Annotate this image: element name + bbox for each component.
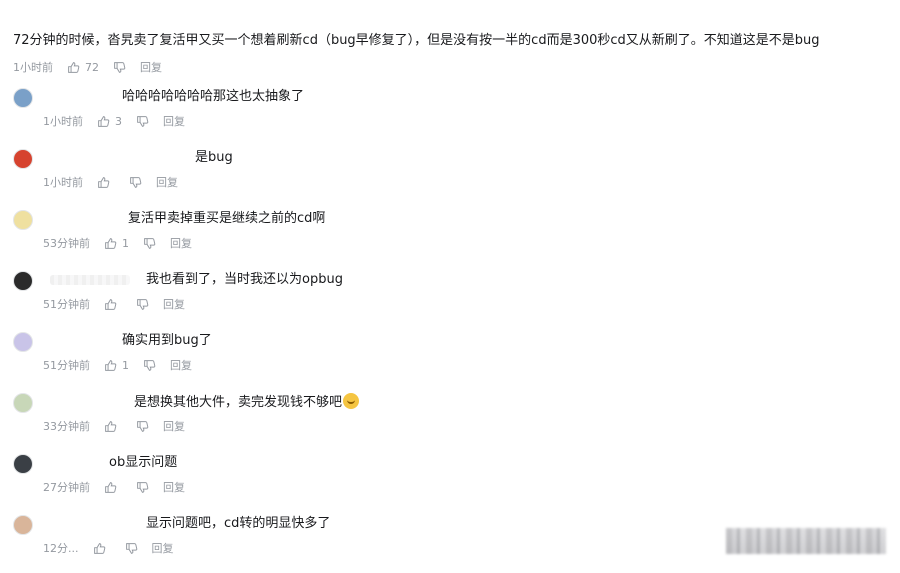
reply-meta: 51分钟前 1 回复 (43, 357, 192, 373)
reply-time: 33分钟前 (43, 420, 90, 433)
like-button[interactable] (97, 176, 115, 189)
reply-text: ob显示问题 (109, 455, 178, 470)
reply-meta: 27分钟前 回复 (43, 479, 185, 495)
reply-button[interactable]: 回复 (163, 418, 185, 434)
reply-meta: 53分钟前 1 回复 (43, 235, 192, 251)
like-button[interactable] (104, 420, 122, 433)
reply-meta: 1小时前 3 回复 (43, 113, 185, 129)
reply-button[interactable]: 回复 (140, 59, 162, 75)
reply-item: 复活甲卖掉重买是继续之前的cd啊 53分钟前 1 回复 (0, 208, 900, 268)
thumbs-down-icon (137, 420, 149, 432)
reply-item: 哈哈哈哈哈哈哈那这也太抽象了 1小时前 3 回复 (0, 86, 900, 146)
thumbs-down-icon (130, 176, 142, 188)
like-count: 72 (85, 60, 99, 74)
thumbs-up-icon (98, 176, 110, 188)
main-comment: 72分钟的时候，沓旯卖了复活甲又买一个想着刷新cd（bug早修复了），但是没有按… (13, 32, 893, 75)
reply-text: 复活甲卖掉重买是继续之前的cd啊 (128, 211, 326, 226)
reply-text: 是bug (195, 150, 233, 165)
thumbs-down-icon (137, 481, 149, 493)
reply-text: 确实用到bug了 (122, 333, 212, 348)
reply-text: 哈哈哈哈哈哈哈那这也太抽象了 (122, 89, 305, 104)
reply-button[interactable]: 回复 (163, 113, 185, 129)
avatar[interactable] (13, 149, 33, 169)
sweat-smile-emoji-icon (343, 393, 360, 409)
reply-text: 显示问题吧，cd转的明显快多了 (146, 516, 331, 531)
thumbs-up-icon (105, 237, 117, 249)
thumbs-down-icon (144, 359, 156, 371)
comment-time: 1小时前 (13, 61, 53, 74)
main-comment-text: 72分钟的时候，沓旯卖了复活甲又买一个想着刷新cd（bug早修复了），但是没有按… (13, 33, 820, 48)
avatar[interactable] (13, 515, 33, 535)
reply-meta: 1小时前 回复 (43, 174, 178, 190)
reply-text: 是想换其他大件，卖完发现钱不够吧 (134, 393, 360, 412)
thumbs-up-icon (93, 542, 105, 554)
reply-item: 我也看到了，当时我还以为opbug 51分钟前 回复 (0, 269, 900, 329)
reply-meta: 33分钟前 回复 (43, 418, 185, 434)
reply-text: 我也看到了，当时我还以为opbug (146, 272, 343, 287)
thumbs-up-icon (68, 61, 80, 73)
like-button[interactable]: 72 (67, 61, 99, 74)
thumbs-up-icon (105, 481, 117, 493)
dislike-button[interactable] (143, 237, 156, 250)
like-button[interactable]: 3 (97, 115, 122, 128)
dislike-button[interactable] (125, 542, 138, 555)
like-count: 3 (115, 114, 122, 128)
reply-button[interactable]: 回复 (163, 479, 185, 495)
reply-item: 确实用到bug了 51分钟前 1 回复 (0, 330, 900, 390)
thumbs-down-icon (144, 237, 156, 249)
like-button[interactable] (104, 298, 122, 311)
thumbs-up-icon (105, 359, 117, 371)
thumbs-down-icon (137, 298, 149, 310)
dislike-button[interactable] (136, 115, 149, 128)
reply-item: 是bug 1小时前 回复 (0, 147, 900, 207)
thumbs-down-icon (137, 115, 149, 127)
reply-meta: 51分钟前 回复 (43, 296, 185, 312)
reply-item: 是想换其他大件，卖完发现钱不够吧 33分钟前 回复 (0, 391, 900, 451)
dislike-button[interactable] (113, 61, 126, 74)
like-button[interactable]: 1 (104, 359, 129, 372)
dislike-button[interactable] (136, 420, 149, 433)
reply-button[interactable]: 回复 (170, 357, 192, 373)
avatar[interactable] (13, 88, 33, 108)
thumbs-up-icon (105, 298, 117, 310)
thumbs-up-icon (98, 115, 110, 127)
main-comment-meta: 1小时前 72 回复 (13, 59, 893, 75)
reply-button[interactable]: 回复 (170, 235, 192, 251)
reply-button[interactable]: 回复 (163, 296, 185, 312)
avatar[interactable] (13, 210, 33, 230)
reply-item: ob显示问题 27分钟前 回复 (0, 452, 900, 512)
like-button[interactable] (93, 542, 111, 555)
reply-time: 27分钟前 (43, 481, 90, 494)
reply-time: 1小时前 (43, 176, 83, 189)
blurred-username (50, 275, 130, 285)
dislike-button[interactable] (136, 298, 149, 311)
avatar[interactable] (13, 393, 33, 413)
reply-time: 12分... (43, 542, 79, 555)
thumbs-up-icon (105, 420, 117, 432)
blurred-watermark (726, 528, 886, 554)
dislike-button[interactable] (129, 176, 142, 189)
avatar[interactable] (13, 454, 33, 474)
like-count: 1 (122, 358, 129, 372)
reply-time: 53分钟前 (43, 237, 90, 250)
reply-time: 51分钟前 (43, 298, 90, 311)
reply-button[interactable]: 回复 (156, 174, 178, 190)
thumbs-down-icon (125, 542, 137, 554)
dislike-button[interactable] (136, 481, 149, 494)
like-count: 1 (122, 236, 129, 250)
reply-time: 51分钟前 (43, 359, 90, 372)
reply-time: 1小时前 (43, 115, 83, 128)
dislike-button[interactable] (143, 359, 156, 372)
avatar[interactable] (13, 271, 33, 291)
avatar[interactable] (13, 332, 33, 352)
reply-text-content: 是想换其他大件，卖完发现钱不够吧 (134, 395, 343, 410)
like-button[interactable]: 1 (104, 237, 129, 250)
thumbs-down-icon (114, 61, 126, 73)
reply-meta: 12分... 回复 (43, 540, 174, 556)
like-button[interactable] (104, 481, 122, 494)
reply-button[interactable]: 回复 (152, 540, 174, 556)
